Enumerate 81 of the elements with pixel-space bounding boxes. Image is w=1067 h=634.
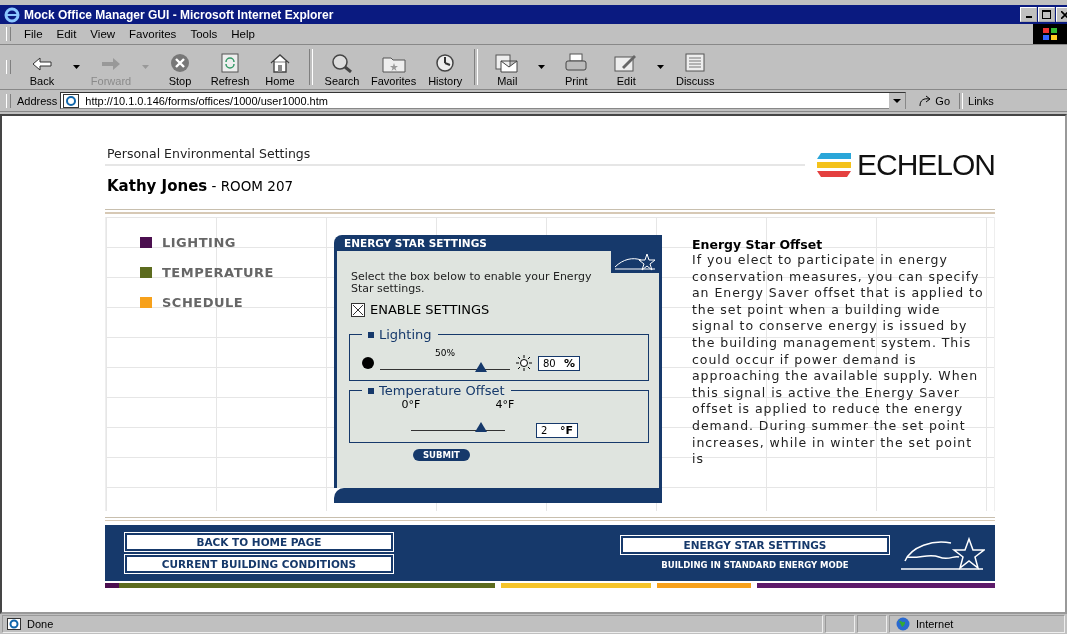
energy-settings-button[interactable]: ENERGY STAR SETTINGS — [621, 536, 889, 554]
toolbar-button[interactable]: Stop — [155, 47, 205, 87]
refresh-icon — [221, 53, 239, 73]
menu-item[interactable]: Favorites — [122, 28, 184, 40]
browser-logo-icon — [4, 6, 20, 23]
page-subtitle: Personal Environmental Settings — [105, 143, 805, 166]
tick-label: 50% — [435, 348, 455, 358]
toolbar-button[interactable]: Print — [551, 47, 602, 87]
slider-thumb[interactable] — [474, 422, 487, 432]
close-icon — [1060, 10, 1067, 19]
toolbar-button[interactable]: Search — [317, 47, 367, 87]
toolbar-button[interactable]: Refresh — [205, 47, 255, 87]
temperature-value-field[interactable]: 2 °F — [536, 423, 578, 438]
energy-mode-text: BUILDING IN STANDARD ENERGY MODE — [661, 560, 849, 570]
toolbar-button[interactable]: Edit — [601, 47, 652, 87]
search-icon — [331, 53, 353, 73]
toolbar-button[interactable]: Favorites — [367, 47, 421, 87]
status-pane — [857, 615, 887, 633]
page-icon — [7, 618, 21, 630]
minimize-icon — [1025, 16, 1032, 18]
dropdown-caret-icon[interactable] — [538, 65, 546, 69]
address-label: Address — [17, 94, 58, 107]
forward-arrow-icon — [100, 55, 122, 73]
go-arrow-icon — [918, 94, 933, 107]
clock-icon — [434, 53, 457, 73]
window-title: Mock Office Manager GUI - Microsoft Internet Explorer — [24, 7, 335, 22]
lighting-value-field[interactable]: 80 % — [538, 355, 580, 371]
user-room-heading: Kathy Jones - ROOM 207 — [106, 177, 295, 195]
go-button[interactable]: Go — [914, 94, 955, 107]
menu-item[interactable]: Tools — [183, 28, 225, 40]
address-field[interactable]: http://10.1.0.146/forms/offices/1000/user1000.htm — [60, 92, 907, 109]
status-pane — [825, 615, 855, 633]
folder-icon — [381, 55, 406, 73]
nav-link[interactable]: LIGHTING — [140, 235, 334, 250]
printer-icon — [564, 53, 589, 73]
document-icon — [684, 53, 707, 73]
submit-button[interactable]: SUBMIT — [413, 449, 470, 461]
enable-settings-checkbox[interactable]: ENABLE SETTINGS — [351, 302, 645, 317]
toolbar-button[interactable]: Discuss — [670, 47, 721, 87]
temperature-slider[interactable]: 0°F 4°F — [398, 398, 518, 438]
conditions-button[interactable]: CURRENT BUILDING CONDITIONS — [125, 555, 393, 573]
menu-item[interactable]: Edit — [49, 28, 84, 40]
maximize-button[interactable] — [1038, 7, 1055, 22]
security-zone: Internet — [889, 615, 1065, 633]
tick-label: 4°F — [495, 398, 515, 411]
nav-link[interactable]: TEMPERATURE — [140, 265, 334, 280]
back-arrow-icon — [31, 55, 53, 73]
stripes-logo-icon — [816, 153, 851, 177]
menu-item[interactable]: View — [83, 28, 123, 40]
dropdown-caret-icon[interactable] — [73, 65, 80, 69]
slider-thumb[interactable] — [475, 362, 488, 372]
dropdown-caret-icon[interactable] — [657, 65, 665, 69]
page-icon — [63, 93, 80, 108]
minimize-button[interactable] — [1020, 7, 1037, 22]
globe-icon — [896, 617, 910, 631]
company-logo-text: ECHELON — [856, 148, 995, 182]
menu-item[interactable]: Help — [224, 28, 262, 40]
maximize-icon — [1042, 10, 1051, 19]
links-button[interactable]: Links — [968, 94, 994, 107]
toolbar-button[interactable]: Home — [255, 47, 305, 87]
stop-icon — [170, 53, 190, 73]
home-icon — [269, 53, 291, 73]
toolbar-button[interactable]: Back — [17, 47, 67, 87]
group-title: Temperature Offset — [362, 383, 511, 398]
toolbar-button[interactable]: Mail — [482, 47, 533, 87]
group-title: Lighting — [362, 327, 438, 342]
mail-icon — [495, 53, 520, 73]
status-text: Done — [2, 615, 823, 633]
nav-link[interactable]: SCHEDULE — [140, 295, 334, 310]
windows-logo-icon — [1033, 24, 1067, 44]
panel-title: ENERGY STAR SETTINGS — [334, 235, 662, 251]
menu-item[interactable]: File — [17, 28, 50, 40]
sun-icon — [516, 355, 532, 371]
tick-label: 0°F — [401, 398, 421, 411]
info-title: Energy Star Offset — [692, 237, 824, 252]
edit-icon — [614, 53, 639, 73]
home-button[interactable]: BACK TO HOME PAGE — [125, 533, 393, 551]
instruction-text: Select the box below to enable your Energy Star settings. — [351, 271, 593, 295]
info-paragraph: If you elect to participate in energy conservation measures, you can specify an Energy Saver offset that is applied to the set point when a building wide signal to conserve energy is issued by the building management system. This could occur if power demand is approaching the available supply. When this signal is active the Energy Saver offset is applied to reduce the energy demand. During summer the set point increases, while in winter the set point is — [692, 252, 984, 468]
lighting-slider[interactable]: 50% — [380, 348, 510, 378]
toolbar-button[interactable]: History — [420, 47, 471, 87]
